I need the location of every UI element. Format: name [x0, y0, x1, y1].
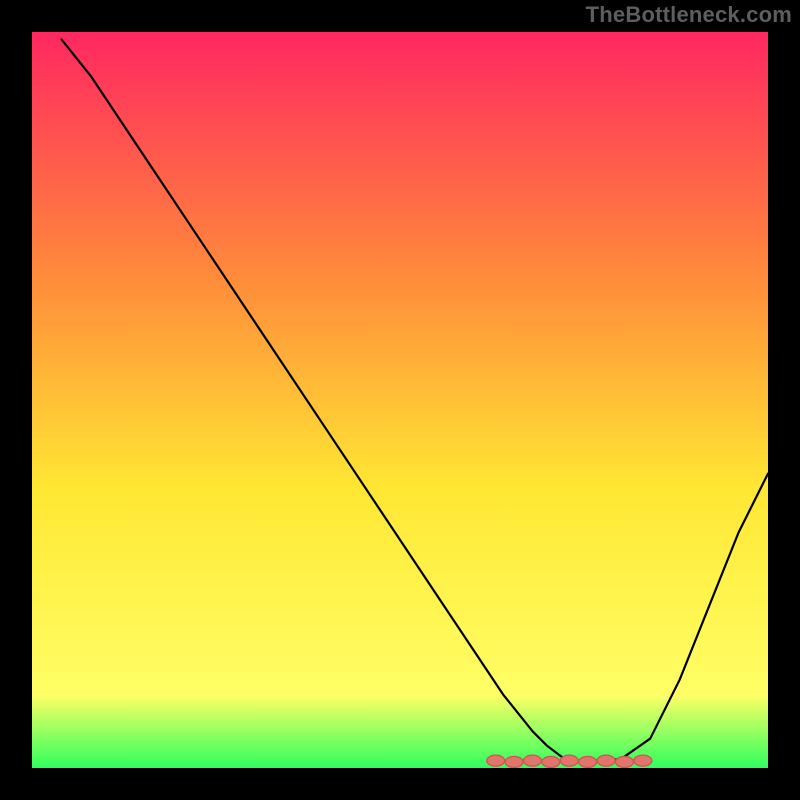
minimum-marker: [615, 756, 633, 767]
minimum-marker: [560, 755, 578, 766]
minimum-marker-group: [487, 755, 652, 767]
minimum-marker: [542, 756, 560, 767]
gradient-background: [32, 32, 768, 768]
minimum-marker: [579, 756, 597, 767]
watermark-text: TheBottleneck.com: [586, 2, 792, 28]
minimum-marker: [487, 755, 505, 766]
minimum-marker: [523, 755, 541, 766]
plot-area: [32, 32, 768, 768]
chart-svg: [32, 32, 768, 768]
chart-frame: TheBottleneck.com: [0, 0, 800, 800]
minimum-marker: [505, 756, 523, 767]
minimum-marker: [597, 755, 615, 766]
minimum-marker: [634, 755, 652, 766]
